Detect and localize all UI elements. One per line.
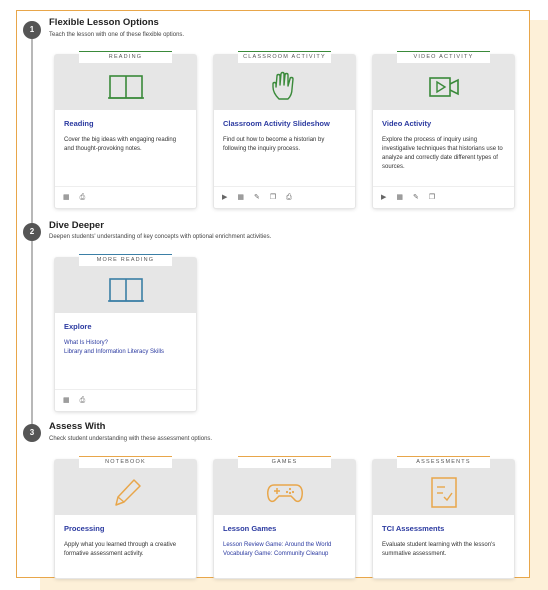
section-description: Teach the lesson with one of these flexi…	[49, 32, 185, 38]
reading-link[interactable]: Library and Information Literacy Skills	[64, 348, 187, 357]
print-icon[interactable]: ⎙	[80, 194, 86, 201]
card-classroom-activity[interactable]: CLASSROOM ACTIVITY Classroom Activity Sl…	[214, 51, 355, 208]
book-icon	[107, 278, 144, 302]
checklist-icon	[430, 477, 457, 508]
card-header: READING	[55, 51, 196, 110]
card-toolbar: ▶ ▦ ✎ ❐	[373, 186, 514, 208]
copy-icon[interactable]: ❐	[429, 194, 435, 201]
card-tag: CLASSROOM ACTIVITY	[238, 51, 331, 63]
reading-link[interactable]: What Is History?	[64, 339, 187, 348]
video-icon	[428, 77, 459, 97]
card-toolbar: ▶ ▦ ✎ ❐ ⎙	[214, 186, 355, 208]
card-header: VIDEO ACTIVITY	[373, 51, 514, 110]
edit-icon[interactable]: ✎	[254, 194, 260, 201]
copy-icon[interactable]: ❐	[270, 194, 276, 201]
print-icon[interactable]: ⎙	[286, 194, 292, 201]
card-description: Cover the big ideas with engaging readin…	[64, 137, 177, 152]
card-header: GAMES	[214, 456, 355, 515]
edit-icon[interactable]: ✎	[413, 194, 419, 201]
gamepad-icon	[266, 484, 303, 503]
card-description: Explore the process of inquiry using inv…	[382, 137, 503, 170]
card-description: Evaluate student learning with the lesso…	[382, 542, 496, 557]
card-title-link[interactable]: Lesson Games	[223, 524, 346, 533]
card-tag: MORE READING	[79, 254, 172, 266]
step-number-3: 3	[23, 424, 41, 442]
card-more-reading[interactable]: MORE READING Explore What Is History? Li…	[55, 254, 196, 411]
card-tag: VIDEO ACTIVITY	[397, 51, 490, 63]
card-description: Find out how to become a historian by fo…	[223, 137, 325, 152]
card-header: CLASSROOM ACTIVITY	[214, 51, 355, 110]
section-description: Check student understanding with these a…	[49, 436, 213, 442]
card-tag: READING	[79, 51, 172, 63]
card-tag: ASSESSMENTS	[397, 456, 490, 468]
card-video-activity[interactable]: VIDEO ACTIVITY Video Activity Explore th…	[373, 51, 514, 208]
hand-icon	[271, 71, 294, 100]
section-title: Dive Deeper	[49, 220, 104, 231]
game-link[interactable]: Vocabulary Game: Community Cleanup	[223, 550, 346, 559]
section-title: Flexible Lesson Options	[49, 17, 159, 28]
card-description: Apply what you learned through a creativ…	[64, 542, 177, 557]
card-header: ASSESSMENTS	[373, 456, 514, 515]
card-reading[interactable]: READING Reading Cover the big ideas with…	[55, 51, 196, 208]
card-title-link[interactable]: Processing	[64, 524, 187, 533]
card-tag: GAMES	[238, 456, 331, 468]
page-background-accent-bottom	[40, 578, 548, 590]
pencil-icon	[114, 479, 141, 506]
card-title-link[interactable]: Video Activity	[382, 119, 505, 128]
calendar-icon[interactable]: ▦	[396, 194, 403, 201]
card-header: NOTEBOOK	[55, 456, 196, 515]
card-toolbar: ▦ ⎙	[55, 186, 196, 208]
section-description: Deepen students' understanding of key co…	[49, 234, 272, 240]
card-notebook[interactable]: NOTEBOOK Processing Apply what you learn…	[55, 456, 196, 578]
step-number-1: 1	[23, 21, 41, 39]
card-title-link[interactable]: Explore	[64, 322, 187, 331]
step-number-2: 2	[23, 223, 41, 241]
play-icon[interactable]: ▶	[381, 194, 386, 201]
calendar-icon[interactable]: ▦	[237, 194, 244, 201]
card-title-link[interactable]: TCI Assessments	[382, 524, 505, 533]
card-title-link[interactable]: Classroom Activity Slideshow	[223, 119, 346, 128]
card-toolbar: ▦ ⎙	[55, 389, 196, 411]
card-games[interactable]: GAMES Lesson Games Lesson Review Game: A…	[214, 456, 355, 578]
book-icon	[107, 75, 144, 99]
section-title: Assess With	[49, 421, 106, 432]
card-tag: NOTEBOOK	[79, 456, 172, 468]
card-assessments[interactable]: ASSESSMENTS TCI Assessments Evaluate stu…	[373, 456, 514, 578]
game-link[interactable]: Lesson Review Game: Around the World	[223, 541, 346, 550]
play-icon[interactable]: ▶	[222, 194, 227, 201]
card-header: MORE READING	[55, 254, 196, 313]
card-title-link[interactable]: Reading	[64, 119, 187, 128]
print-icon[interactable]: ⎙	[80, 397, 86, 404]
calendar-icon[interactable]: ▦	[63, 397, 70, 404]
calendar-icon[interactable]: ▦	[63, 194, 70, 201]
